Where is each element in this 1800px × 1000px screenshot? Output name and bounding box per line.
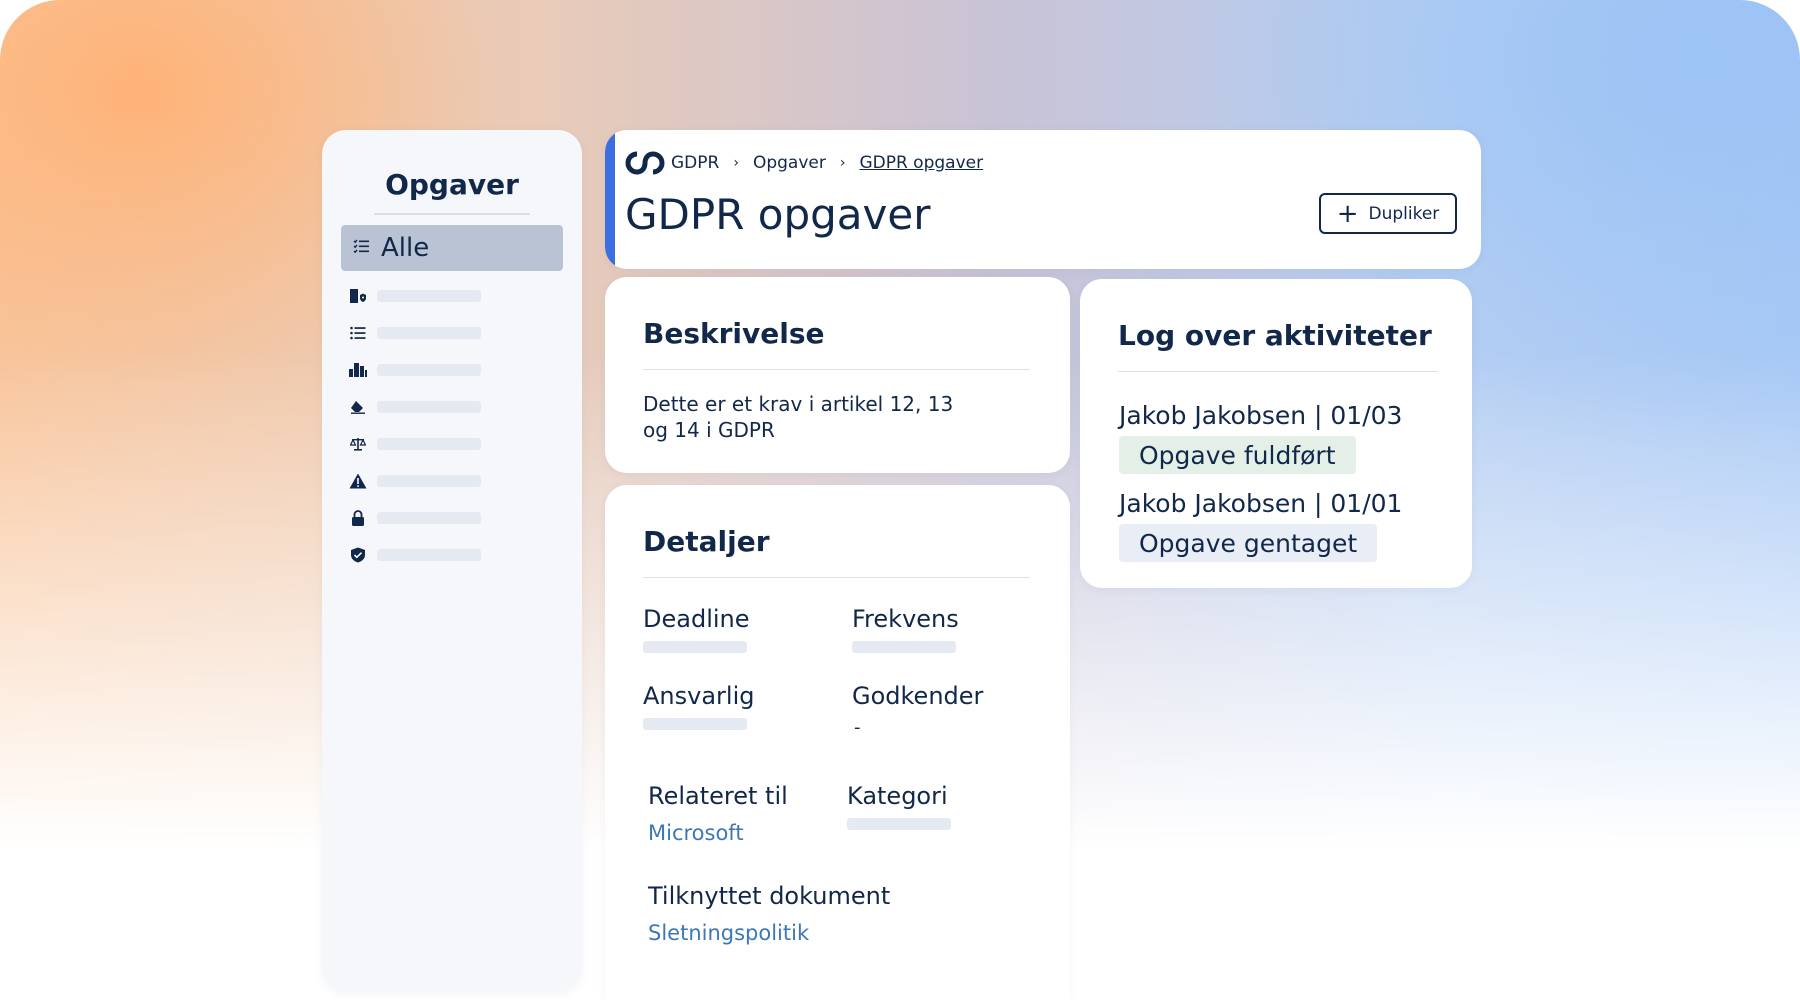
category-label: Kategori <box>847 782 948 810</box>
buildings-icon <box>349 361 367 379</box>
responsible-value-placeholder <box>643 718 747 730</box>
scale-icon <box>349 435 367 453</box>
duplicate-button-label: Dupliker <box>1368 203 1440 224</box>
warning-icon <box>349 472 367 490</box>
sidebar-item-8[interactable] <box>349 546 481 564</box>
sidebar-item-placeholder <box>377 475 481 487</box>
related-label: Relateret til <box>648 782 788 810</box>
details-title: Detaljer <box>643 525 770 558</box>
log-entry-meta: Jakob Jakobsen | 01/03 <box>1119 401 1403 430</box>
description-text: Dette er et krav i artikel 12, 13 og 14 … <box>643 392 954 442</box>
list-icon <box>349 324 367 342</box>
building-shield-icon <box>349 287 367 305</box>
sidebar-item-7[interactable] <box>349 509 481 527</box>
sidebar-item-placeholder <box>377 290 481 302</box>
status-badge-repeated: Opgave gentaget <box>1119 524 1378 562</box>
sidebar-item-all[interactable]: Alle <box>341 225 563 271</box>
breadcrumb-gdpr[interactable]: GDPR <box>671 153 719 173</box>
category-value-placeholder <box>847 818 951 830</box>
sidebar-title: Opgaver <box>385 168 519 201</box>
brand-logo-icon <box>625 150 665 176</box>
sidebar-item-4[interactable] <box>349 398 481 416</box>
sidebar-item-label: Alle <box>381 233 430 263</box>
page-title: GDPR opgaver <box>625 190 931 239</box>
approver-value: - <box>854 717 861 738</box>
header-accent-bar <box>605 130 615 269</box>
deadline-value-placeholder <box>643 641 747 653</box>
sidebar-item-placeholder <box>377 438 481 450</box>
sidebar-item-2[interactable] <box>349 324 481 342</box>
sidebar-item-5[interactable] <box>349 435 481 453</box>
shield-check-icon <box>349 546 367 564</box>
status-badge-completed: Opgave fuldført <box>1119 436 1356 474</box>
responsible-label: Ansvarlig <box>643 682 755 710</box>
deadline-label: Deadline <box>643 605 750 633</box>
lock-icon <box>349 509 367 527</box>
log-entry-meta: Jakob Jakobsen | 01/01 <box>1119 489 1403 518</box>
sidebar-divider <box>374 213 530 215</box>
details-divider <box>643 577 1030 578</box>
breadcrumb-opgaver[interactable]: Opgaver <box>753 153 826 173</box>
sidebar-item-placeholder <box>377 401 481 413</box>
document-link[interactable]: Sletningspolitik <box>648 921 809 945</box>
sidebar-item-placeholder <box>377 327 481 339</box>
chevron-right-icon: › <box>839 155 846 171</box>
description-divider <box>643 369 1030 370</box>
document-label: Tilknyttet dokument <box>648 882 891 910</box>
page-header: GDPR › Opgaver › GDPR opgaver GDPR opgav… <box>605 130 1481 269</box>
frequency-value-placeholder <box>852 641 956 653</box>
plus-icon: + <box>1336 198 1359 229</box>
eraser-icon <box>349 398 367 416</box>
activity-log-card: Log over aktiviteter Jakob Jakobsen | 01… <box>1080 279 1472 588</box>
activity-log-divider <box>1118 371 1438 372</box>
sidebar-item-6[interactable] <box>349 472 481 490</box>
sidebar-item-1[interactable] <box>349 287 481 305</box>
description-title: Beskrivelse <box>643 317 825 350</box>
related-link[interactable]: Microsoft <box>648 821 744 845</box>
sidebar-item-placeholder <box>377 549 481 561</box>
sidebar: Opgaver Alle <box>322 130 582 992</box>
description-card: Beskrivelse Dette er et krav i artikel 1… <box>605 277 1070 473</box>
duplicate-button[interactable]: + Dupliker <box>1319 193 1457 234</box>
list-check-icon <box>353 239 369 257</box>
chevron-right-icon: › <box>733 155 739 171</box>
activity-log-title: Log over aktiviteter <box>1118 319 1432 352</box>
sidebar-item-3[interactable] <box>349 361 481 379</box>
breadcrumb-current[interactable]: GDPR opgaver <box>859 153 983 173</box>
sidebar-item-placeholder <box>377 512 481 524</box>
sidebar-item-placeholder <box>377 364 481 376</box>
approver-label: Godkender <box>852 682 984 710</box>
details-card: Detaljer Deadline Frekvens Ansvarlig God… <box>605 485 1070 1000</box>
frequency-label: Frekvens <box>852 605 959 633</box>
breadcrumb: GDPR › Opgaver › GDPR opgaver <box>625 150 983 176</box>
